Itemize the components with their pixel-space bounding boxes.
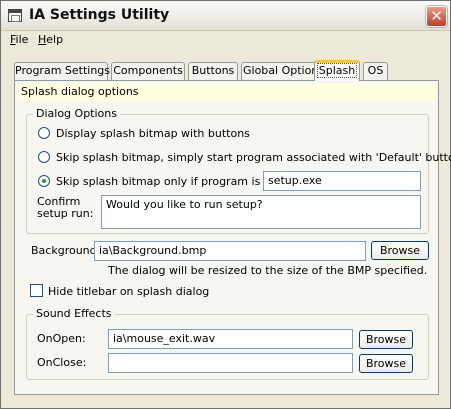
settings-window: IA Settings Utility ✕ File Help Program … bbox=[0, 0, 451, 409]
onopen-browse-button[interactable]: Browse bbox=[359, 330, 413, 349]
radio-button-selected[interactable] bbox=[38, 175, 50, 187]
window-title: IA Settings Utility bbox=[29, 7, 170, 23]
sound-effects-group: Sound Effects OnOpen: ia\mouse_exit.wav … bbox=[26, 307, 429, 380]
background-path-input[interactable]: ia\Background.bmp bbox=[94, 241, 366, 261]
onopen-sound-input[interactable]: ia\mouse_exit.wav bbox=[108, 329, 353, 349]
onclose-sound-input[interactable] bbox=[108, 353, 353, 373]
dialog-options-group: Dialog Options Display splash bitmap wit… bbox=[26, 107, 451, 234]
close-icon: ✕ bbox=[430, 7, 443, 25]
program-name-input[interactable]: setup.exe bbox=[263, 171, 421, 191]
tab-os[interactable]: OS bbox=[363, 62, 388, 80]
radio-button[interactable] bbox=[38, 151, 50, 163]
tab-components[interactable]: Components bbox=[111, 62, 185, 80]
radio-button[interactable] bbox=[38, 127, 50, 139]
background-note: The dialog will be resized to the size o… bbox=[108, 264, 428, 277]
tab-program-settings[interactable]: Program Settings bbox=[14, 62, 110, 80]
title-bar[interactable]: IA Settings Utility ✕ bbox=[1, 1, 450, 31]
menu-help[interactable]: Help bbox=[38, 33, 63, 46]
hide-titlebar-checkbox[interactable] bbox=[30, 284, 43, 297]
menu-file[interactable]: File bbox=[10, 33, 28, 46]
radio-display-splash[interactable]: Display splash bitmap with buttons bbox=[38, 125, 418, 141]
app-window-icon bbox=[8, 9, 22, 22]
sound-effects-title: Sound Effects bbox=[33, 307, 115, 320]
panel-description: Splash dialog options bbox=[19, 83, 436, 101]
tab-buttons[interactable]: Buttons bbox=[188, 62, 238, 80]
radio-label: Display splash bitmap with buttons bbox=[56, 127, 250, 140]
splash-tab-panel: Splash dialog options Dialog Options Dis… bbox=[14, 80, 451, 395]
menu-bar: File Help bbox=[1, 31, 450, 49]
radio-skip-if-named[interactable]: Skip splash bitmap only if program is na… bbox=[38, 173, 306, 189]
radio-skip-splash[interactable]: Skip splash bitmap, simply start program… bbox=[38, 149, 451, 165]
confirm-setup-label: Confirm setup run: bbox=[37, 195, 94, 220]
dialog-options-title: Dialog Options bbox=[33, 107, 120, 120]
background-label: Background: bbox=[31, 244, 101, 257]
onclose-browse-button[interactable]: Browse bbox=[359, 354, 413, 373]
onopen-label: OnOpen: bbox=[37, 332, 86, 345]
tab-splash[interactable]: Splash bbox=[314, 60, 360, 81]
close-button[interactable]: ✕ bbox=[426, 6, 447, 27]
hide-titlebar-label: Hide titlebar on splash dialog bbox=[48, 285, 210, 298]
radio-label: Skip splash bitmap, simply start program… bbox=[56, 151, 451, 164]
confirm-setup-message-input[interactable]: Would you like to run setup? bbox=[101, 195, 421, 229]
background-browse-button[interactable]: Browse bbox=[371, 241, 429, 260]
onclose-label: OnClose: bbox=[37, 356, 87, 369]
